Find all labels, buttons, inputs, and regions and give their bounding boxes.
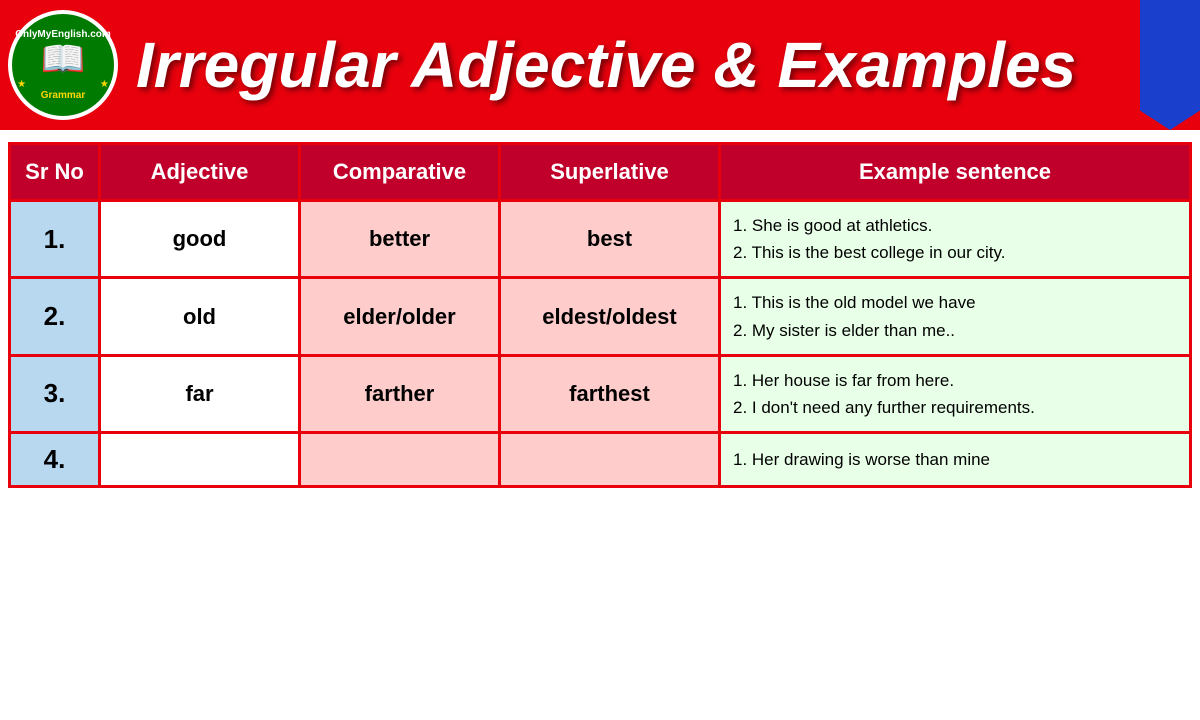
cell-adjective-3: far [100,355,300,432]
example-line: 1. Her house is far from here. [733,367,1177,394]
example-line: 1. This is the old model we have [733,289,1177,316]
cell-adjective-2: old [100,278,300,355]
table-container: Sr No Adjective Comparative Superlative … [0,130,1200,488]
col-adjective: Adjective [100,144,300,201]
col-srno: Sr No [10,144,100,201]
cell-comparative-2: elder/older [300,278,500,355]
col-comparative: Comparative [300,144,500,201]
cell-superlative-3: farthest [500,355,720,432]
cell-srno-4: 4. [10,433,100,487]
cell-comparative-1: better [300,201,500,278]
cell-comparative-3: farther [300,355,500,432]
cell-superlative-2: eldest/oldest [500,278,720,355]
table-header-row: Sr No Adjective Comparative Superlative … [10,144,1191,201]
example-line: 2. My sister is elder than me.. [733,317,1177,344]
example-line: 1. She is good at athletics. [733,212,1177,239]
table-row: 1. good better best 1. She is good at at… [10,201,1191,278]
page-title: Irregular Adjective & Examples [136,33,1076,97]
cell-adjective-4 [100,433,300,487]
logo-book-icon: 📖 [41,41,86,77]
star-right-icon: ★ [100,79,109,90]
cell-example-2: 1. This is the old model we have 2. My s… [720,278,1191,355]
table-row: 3. far farther farthest 1. Her house is … [10,355,1191,432]
logo-bottom-text: Grammar [41,90,85,101]
header: OnlyMyEnglish.com 📖 ★ ★ Grammar Irregula… [0,0,1200,130]
example-line: 2. This is the best college in our city. [733,239,1177,266]
table-row: 2. old elder/older eldest/oldest 1. This… [10,278,1191,355]
logo-stars: ★ ★ [17,79,109,90]
cell-adjective-1: good [100,201,300,278]
table-row: 4. 1. Her drawing is worse than mine [10,433,1191,487]
cell-example-3: 1. Her house is far from here. 2. I don'… [720,355,1191,432]
cell-srno-3: 3. [10,355,100,432]
example-line: 1. Her drawing is worse than mine [733,446,1177,473]
example-line: 2. I don't need any further requirements… [733,394,1177,421]
col-superlative: Superlative [500,144,720,201]
cell-srno-1: 1. [10,201,100,278]
logo: OnlyMyEnglish.com 📖 ★ ★ Grammar [8,10,118,120]
col-example: Example sentence [720,144,1191,201]
cell-superlative-1: best [500,201,720,278]
star-left-icon: ★ [17,79,26,90]
adjectives-table: Sr No Adjective Comparative Superlative … [8,142,1192,488]
cell-example-1: 1. She is good at athletics. 2. This is … [720,201,1191,278]
cell-srno-2: 2. [10,278,100,355]
cell-superlative-4 [500,433,720,487]
cell-comparative-4 [300,433,500,487]
cell-example-4: 1. Her drawing is worse than mine [720,433,1191,487]
